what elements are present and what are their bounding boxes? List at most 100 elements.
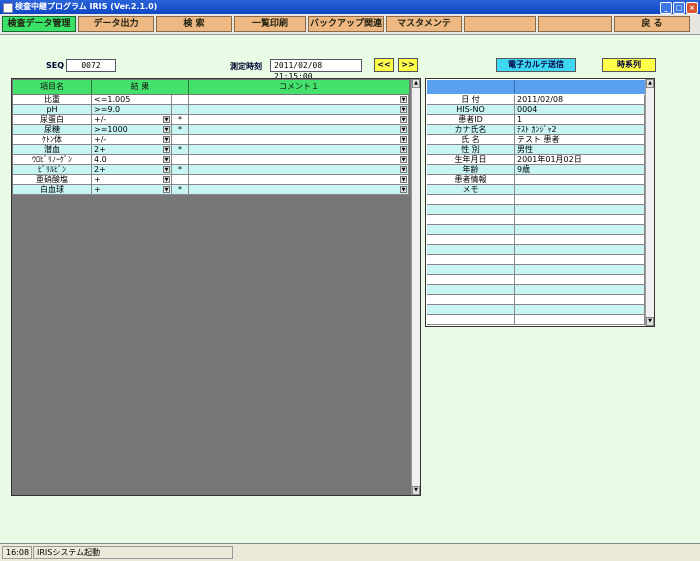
scroll-up-arrow-icon[interactable]: ▲ (412, 79, 420, 88)
result-value[interactable]: 2+ ▼ (92, 145, 172, 155)
ekarte-send-button[interactable]: 電子カルテ送信 (496, 58, 576, 72)
comment-field[interactable]: ▼ (189, 145, 409, 155)
status-time: 16:08 (2, 546, 32, 559)
abnormal-flag: * (172, 185, 189, 195)
scroll-down-arrow-icon[interactable]: ▼ (412, 486, 420, 495)
abnormal-flag: * (172, 145, 189, 155)
result-value[interactable]: 4.0 ▼ (92, 155, 172, 165)
result-value[interactable]: + ▼ (92, 175, 172, 185)
item-name: 尿蛋白 (13, 115, 92, 125)
dropdown-arrow-icon[interactable]: ▼ (163, 146, 170, 153)
result-value[interactable]: <=1.005 (92, 95, 172, 105)
dropdown-arrow-icon[interactable]: ▼ (400, 126, 407, 133)
dropdown-arrow-icon[interactable]: ▼ (400, 156, 407, 163)
header-item-name: 項目名 (13, 80, 92, 94)
dropdown-arrow-icon[interactable]: ▼ (400, 106, 407, 113)
dropdown-arrow-icon[interactable]: ▼ (163, 136, 170, 143)
menu-list-print[interactable]: 一覧印刷 (234, 16, 306, 32)
scroll-down-arrow-icon[interactable]: ▼ (646, 317, 654, 326)
dropdown-arrow-icon[interactable]: ▼ (400, 176, 407, 183)
table-row[interactable]: 尿糖 >=1000 ▼ * ▼ (13, 125, 409, 135)
table-row[interactable]: ﾋﾞﾘﾙﾋﾞﾝ 2+ ▼ * ▼ (13, 165, 409, 175)
patient-row: メモ (427, 185, 645, 195)
dropdown-arrow-icon[interactable]: ▼ (400, 166, 407, 173)
table-row[interactable]: ｳﾛﾋﾞﾘﾉｰｹﾞﾝ 4.0 ▼ ▼ (13, 155, 409, 165)
patient-value: 9歳 (515, 165, 645, 175)
menu-kensa-data[interactable]: 検査データ管理 (2, 16, 76, 32)
menu-data-output[interactable]: データ出力 (78, 16, 154, 32)
item-name: 亜硝酸塩 (13, 175, 92, 185)
dropdown-arrow-icon[interactable]: ▼ (163, 126, 170, 133)
patient-value: 男性 (515, 145, 645, 155)
result-text: >=1000 (94, 125, 128, 134)
menu-master-maint[interactable]: マスタメンテ (386, 16, 462, 32)
maximize-button[interactable]: □ (673, 2, 685, 14)
measure-time-field[interactable]: 2011/02/08 21:15:00 (270, 59, 362, 81)
table-row[interactable]: 潜血 2+ ▼ * ▼ (13, 145, 409, 155)
patient-info-grid: 日 付 2011/02/08 HIS-NO 0004 患者ID 1 カナ氏名 ﾃ… (425, 78, 655, 327)
abnormal-flag: * (172, 165, 189, 175)
minimize-button[interactable]: _ (660, 2, 672, 14)
item-name: 白血球 (13, 185, 92, 195)
result-value[interactable]: +/- ▼ (92, 135, 172, 145)
patient-label: HIS-NO (427, 105, 515, 115)
comment-field[interactable]: ▼ (189, 155, 409, 165)
timeline-button[interactable]: 時系列 (602, 58, 656, 72)
table-row[interactable]: 亜硝酸塩 + ▼ ▼ (13, 175, 409, 185)
dropdown-arrow-icon[interactable]: ▼ (400, 146, 407, 153)
dropdown-arrow-icon[interactable]: ▼ (400, 116, 407, 123)
menu-search[interactable]: 検 索 (156, 16, 232, 32)
dropdown-arrow-icon[interactable]: ▼ (163, 166, 170, 173)
prev-button[interactable]: << (374, 58, 394, 72)
menu-blank-1[interactable] (464, 16, 536, 32)
table-row[interactable]: 白血球 + ▼ * ▼ (13, 185, 409, 195)
patient-row-empty (427, 255, 645, 265)
patient-row: 患者情報 (427, 175, 645, 185)
dropdown-arrow-icon[interactable]: ▼ (400, 96, 407, 103)
menu-blank-2[interactable] (538, 16, 612, 32)
comment-field[interactable]: ▼ (189, 105, 409, 115)
results-scrollbar[interactable]: ▲ ▼ (411, 79, 420, 495)
dropdown-arrow-icon[interactable]: ▼ (163, 156, 170, 163)
result-value[interactable]: +/- ▼ (92, 115, 172, 125)
dropdown-arrow-icon[interactable]: ▼ (163, 176, 170, 183)
patient-row: HIS-NO 0004 (427, 105, 645, 115)
next-button[interactable]: >> (398, 58, 418, 72)
table-row[interactable]: pH >=9.0 ▼ (13, 105, 409, 115)
close-button[interactable]: × (686, 2, 698, 14)
patient-scrollbar[interactable]: ▲ ▼ (645, 79, 654, 326)
table-row[interactable]: ｹﾄﾝ体 +/- ▼ ▼ (13, 135, 409, 145)
patient-value: 1 (515, 115, 645, 125)
result-value[interactable]: >=1000 ▼ (92, 125, 172, 135)
seq-field[interactable]: 0072 (66, 59, 116, 72)
menu-back[interactable]: 戻 る (614, 16, 690, 32)
comment-field[interactable]: ▼ (189, 135, 409, 145)
measure-time-label: 測定時刻 (230, 62, 262, 71)
table-row[interactable]: 尿蛋白 +/- ▼ * ▼ (13, 115, 409, 125)
title-bar: 検査中継プログラム IRIS (Ver.2.1.0) _ □ × (0, 0, 700, 14)
dropdown-arrow-icon[interactable]: ▼ (400, 136, 407, 143)
patient-row: 年齢 9歳 (427, 165, 645, 175)
abnormal-flag (172, 95, 189, 105)
patient-label: 性 別 (427, 145, 515, 155)
comment-field[interactable]: ▼ (189, 95, 409, 105)
dropdown-arrow-icon[interactable]: ▼ (163, 186, 170, 193)
result-value[interactable]: + ▼ (92, 185, 172, 195)
patient-row-empty (427, 295, 645, 305)
scroll-up-arrow-icon[interactable]: ▲ (646, 79, 654, 88)
table-row[interactable]: 比重 <=1.005 ▼ (13, 95, 409, 105)
comment-field[interactable]: ▼ (189, 185, 409, 195)
abnormal-flag (172, 135, 189, 145)
dropdown-arrow-icon[interactable]: ▼ (400, 186, 407, 193)
patient-label: 生年月日 (427, 155, 515, 165)
result-value[interactable]: 2+ ▼ (92, 165, 172, 175)
result-value[interactable]: >=9.0 (92, 105, 172, 115)
menu-backup[interactable]: バックアップ関連 (308, 16, 384, 32)
comment-field[interactable]: ▼ (189, 165, 409, 175)
comment-field[interactable]: ▼ (189, 175, 409, 185)
dropdown-arrow-icon[interactable]: ▼ (163, 116, 170, 123)
comment-field[interactable]: ▼ (189, 115, 409, 125)
item-name: 比重 (13, 95, 92, 105)
comment-field[interactable]: ▼ (189, 125, 409, 135)
item-name: ﾋﾞﾘﾙﾋﾞﾝ (13, 165, 92, 175)
